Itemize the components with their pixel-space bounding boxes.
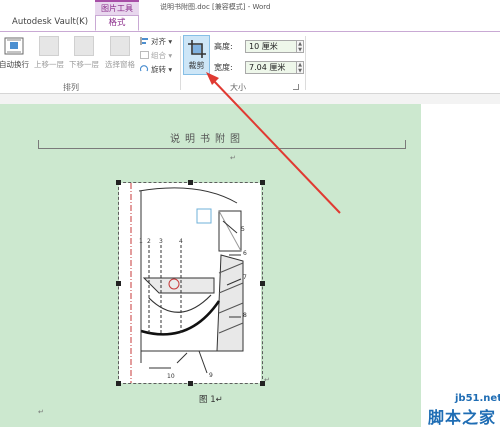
watermark-url: jb51.net <box>455 393 500 404</box>
annotation-arrow <box>206 72 341 214</box>
watermark-site-name: 脚本之家 <box>428 408 497 427</box>
